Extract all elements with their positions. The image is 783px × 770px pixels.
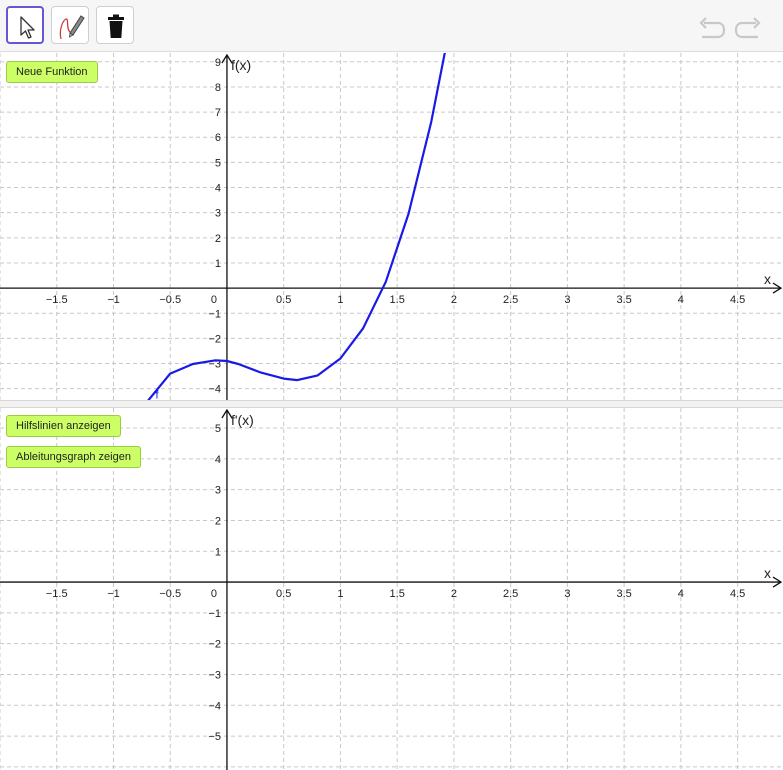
new-function-button[interactable]: Neue Funktion (6, 61, 98, 83)
y-tick-label: 4 (215, 183, 221, 195)
y-tick-label: −2 (208, 333, 221, 345)
x-tick-label: 2 (451, 294, 457, 306)
x-tick-label: 4 (678, 294, 684, 306)
x-axis-label: x (764, 565, 771, 581)
delete-tool-button[interactable] (96, 6, 134, 44)
function-curve (147, 53, 446, 400)
y-tick-label: 2 (215, 515, 221, 527)
y-tick-label: 1 (215, 546, 221, 558)
pen-tool-button[interactable] (51, 6, 89, 44)
y-tick-label: −4 (208, 700, 221, 712)
y-tick-label: 9 (215, 57, 221, 69)
trash-icon (108, 14, 124, 38)
x-tick-label: 0.5 (276, 588, 291, 600)
y-tick-label: 3 (215, 485, 221, 497)
y-tick-label: 1 (215, 258, 221, 270)
y-tick-label: 5 (215, 423, 221, 435)
x-tick-label: 2.5 (503, 588, 518, 600)
y-tick-label: −2 (208, 639, 221, 651)
y-tick-label: −1 (208, 608, 221, 620)
pen-icon (59, 15, 85, 40)
y-tick-label: 3 (215, 208, 221, 220)
y-tick-label: 8 (215, 82, 221, 94)
x-tick-label: −0.5 (159, 294, 181, 306)
x-tick-label: 3.5 (616, 294, 631, 306)
y-axis-label: f'(x) (231, 412, 254, 428)
x-tick-label: −0.5 (159, 588, 181, 600)
y-tick-label: 6 (215, 132, 221, 144)
move-tool-button[interactable] (6, 6, 44, 44)
y-tick-label: −5 (208, 731, 221, 743)
x-tick-label: 0.5 (276, 294, 291, 306)
panel-divider[interactable] (0, 400, 783, 408)
y-tick-label: 7 (215, 107, 221, 119)
x-tick-label: 0 (211, 588, 217, 600)
function-graph[interactable]: xf(x)−1.5 −1 −0.5 0 0.5 1 1.5 2 2.5 3 3.5 4 4.5−4−3−… (0, 53, 783, 400)
y-axis-label: f(x) (231, 57, 251, 73)
x-tick-label: 3 (564, 294, 570, 306)
x-tick-label: 1 (337, 588, 343, 600)
y-tick-label: −4 (208, 384, 221, 396)
x-tick-label: −1.5 (46, 588, 68, 600)
y-tick-label: 4 (215, 454, 221, 466)
x-tick-label: 0 (211, 294, 217, 306)
undo-icon[interactable] (697, 13, 727, 41)
x-tick-label: 1 (337, 294, 343, 306)
y-tick-label: −3 (208, 669, 221, 681)
x-tick-label: −1.5 (46, 294, 68, 306)
x-tick-label: 3.5 (616, 588, 631, 600)
function-graphics-view[interactable]: x f(x) −1.5 −1 −0.5 0 0.5 1 1.5 2 2.5 3 3.5 4 4.5 −4 −3−… (0, 53, 783, 400)
x-axis-label: x (764, 271, 771, 287)
y-tick-label: 2 (215, 233, 221, 245)
pointer-arrow-icon (20, 16, 35, 39)
show-helplines-button[interactable]: Hilfslinien anzeigen (6, 415, 121, 437)
x-tick-label: 4.5 (730, 294, 745, 306)
y-tick-label: 5 (215, 157, 221, 169)
x-tick-label: 3 (564, 588, 570, 600)
redo-icon[interactable] (733, 13, 763, 41)
x-tick-label: 2 (451, 588, 457, 600)
toolbar (0, 0, 783, 52)
x-tick-label: 1.5 (390, 588, 405, 600)
show-derivative-button[interactable]: Ableitungsgraph zeigen (6, 446, 141, 468)
x-tick-label: 4 (678, 588, 684, 600)
x-tick-label: 4.5 (730, 588, 745, 600)
x-tick-label: 2.5 (503, 294, 518, 306)
x-tick-label: 1.5 (390, 294, 405, 306)
derivative-graphics-view[interactable]: x f'(x) −1.5 −1 −0.5 0 0.5 1 1.5 2 2.5 3 3.5 4 4.5 −5 −4… (0, 408, 783, 770)
curve-label: f (156, 389, 160, 400)
x-tick-label: −1 (107, 294, 120, 306)
y-tick-label: −1 (208, 308, 221, 320)
x-tick-label: −1 (107, 588, 120, 600)
